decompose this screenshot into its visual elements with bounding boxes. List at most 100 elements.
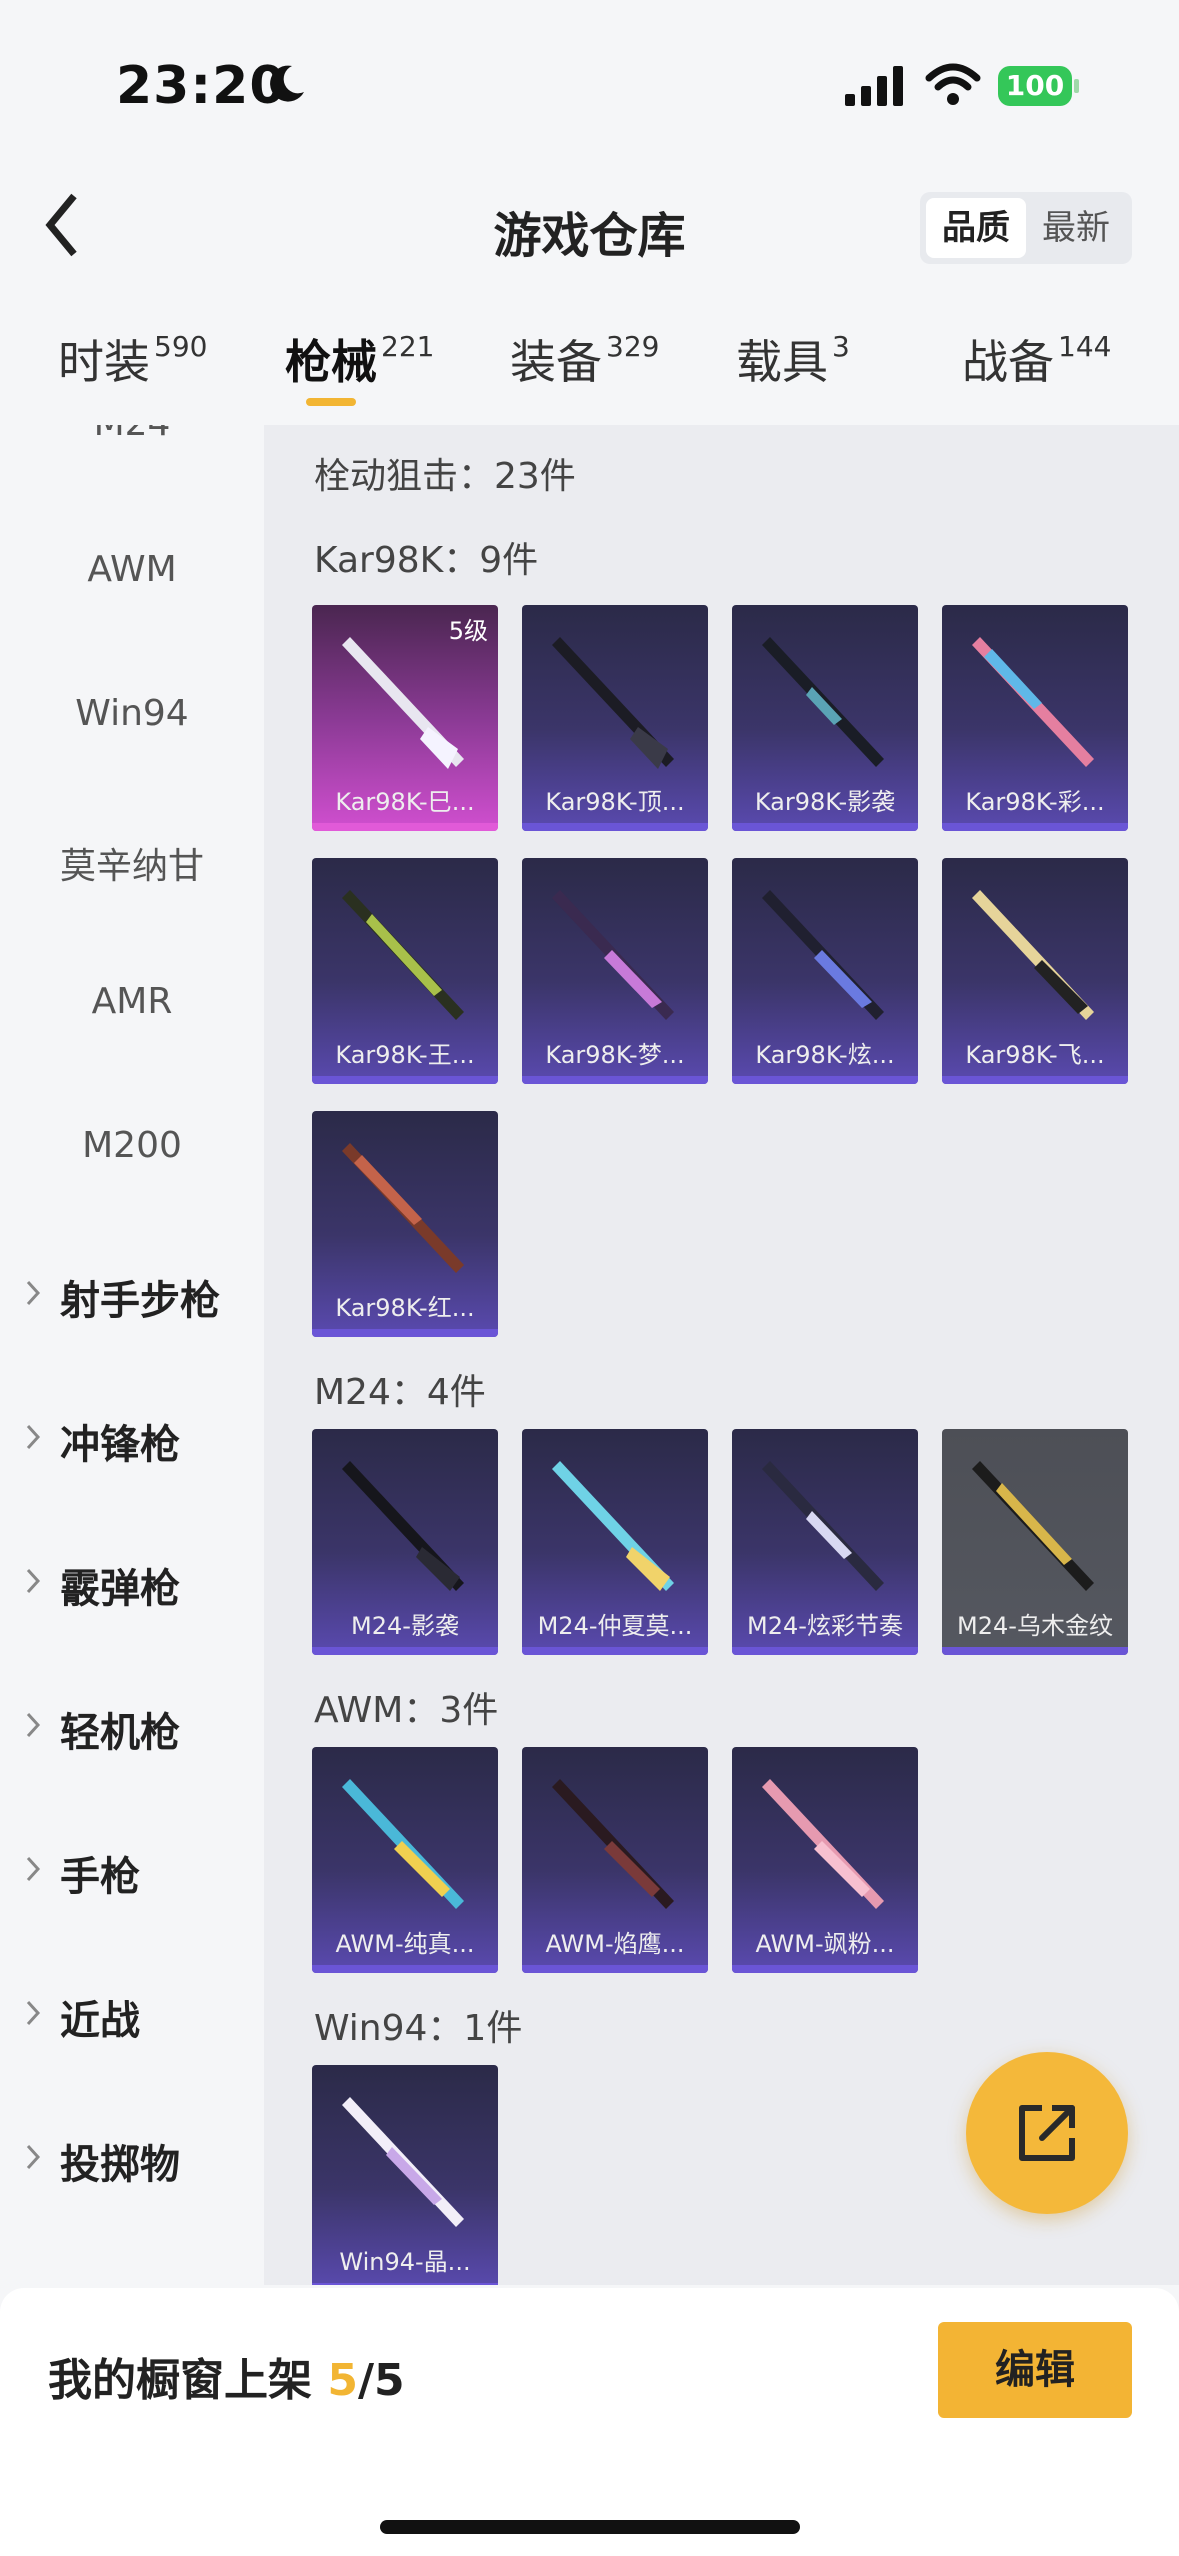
home-indicator [380,2520,800,2534]
item-name: AWM-飒粉... [755,1930,895,1958]
rifle-icon [552,1461,674,1591]
rifle-icon [342,1461,464,1591]
sidebar-cat-pistol[interactable]: 手枪 [0,1836,264,1906]
rifle-icon [342,637,464,769]
item-name: Kar98K-炫... [755,1041,895,1069]
sidebar-cat-dmr[interactable]: 射手步枪 [0,1260,264,1330]
moon-icon [270,65,304,102]
rifle-icon [342,890,464,1020]
chevron-right-icon [26,1712,41,1738]
item-card[interactable]: Kar98K-炫... [732,858,918,1084]
chevron-right-icon [26,2144,41,2170]
rifle-icon [762,637,884,767]
item-card[interactable]: Kar98K-彩... [942,605,1128,831]
sort-toggle[interactable]: 品质 最新 [920,192,1132,264]
sort-newest-option[interactable]: 最新 [1026,198,1126,258]
battery-indicator: 100 [998,66,1079,106]
chevron-right-icon [26,1280,41,1306]
item-name: Kar98K-顶... [545,788,685,816]
item-card[interactable]: M24-仲夏莫... [522,1429,708,1655]
sidebar-item-mosin[interactable]: 莫辛纳甘 [0,837,264,889]
sidebar-cat-shotgun[interactable]: 霰弹枪 [0,1548,264,1618]
rifle-icon [762,1461,884,1591]
group-title-win94: Win94：1件 [314,2008,523,2049]
sidebar-item-awm[interactable]: AWM [0,549,264,590]
rifle-icon [762,1779,884,1909]
item-name: Kar98K-彩... [965,788,1105,816]
rifle-icon [342,1779,464,1909]
item-name: Win94-晶... [339,2248,471,2276]
item-card[interactable]: AWM-焰鹰... [522,1747,708,1973]
status-time: 23:20 [116,56,287,116]
sidebar-item-win94[interactable]: Win94 [0,693,264,734]
wifi-icon [925,63,981,105]
tab-fashion[interactable]: 时装 590 [58,326,207,396]
rifle-icon [552,1779,674,1909]
item-card[interactable]: M24-炫彩节奏 [732,1429,918,1655]
sidebar-cat-melee[interactable]: 近战 [0,1980,264,2050]
status-bar: 23:20 100 [0,0,1179,150]
chevron-right-icon [26,1424,41,1450]
sidebar-item-m200[interactable]: M200 [0,1125,264,1166]
item-name: M24-乌木金纹 [957,1612,1113,1640]
item-name: Kar98K-巳... [335,788,475,816]
active-tab-indicator [306,398,356,406]
tab-equipment[interactable]: 装备 329 [510,326,659,396]
item-card[interactable]: Kar98K-梦... [522,858,708,1084]
sidebar-item-m24[interactable]: M24 [0,425,264,444]
showcase-status: 我的橱窗上架 5/5 [48,2355,405,2406]
bottom-bar: 我的橱窗上架 5/5 编辑 [0,2288,1179,2556]
item-name: Kar98K-王... [335,1041,475,1069]
cellular-signal-icon [845,66,903,106]
item-card[interactable]: AWM-飒粉... [732,1747,918,1973]
item-card[interactable]: M24-乌木金纹 [942,1429,1128,1655]
item-card[interactable]: Kar98K-飞... [942,858,1128,1084]
rifle-icon [552,637,674,769]
rifle-icon [342,2097,464,2227]
rifle-icon [762,890,884,1020]
sidebar: M24 AWM Win94 莫辛纳甘 AMR M200 射手步枪 冲锋枪 霰弹枪… [0,425,264,2285]
header: 游戏仓库 品质 最新 [0,160,1179,290]
rifle-icon [972,890,1094,1020]
sidebar-cat-throwable[interactable]: 投掷物 [0,2124,264,2194]
item-grid-panel: 栓动狙击：23件 Kar98K：9件 5级 Kar98K-巳... Kar98K… [264,425,1179,2285]
tab-vehicles[interactable]: 载具 3 [736,326,850,396]
chevron-right-icon [26,2000,41,2026]
sidebar-item-amr[interactable]: AMR [0,981,264,1022]
share-button[interactable] [966,2052,1128,2214]
share-export-icon [1019,2105,1075,2161]
rifle-icon [552,890,674,1020]
item-card[interactable]: Win94-晶... [312,2065,498,2285]
item-card[interactable]: 5级 Kar98K-巳... [312,605,498,831]
chevron-right-icon [26,1568,41,1594]
group-title-kar98k: Kar98K：9件 [314,540,539,581]
sort-quality-option[interactable]: 品质 [926,198,1026,258]
item-name: M24-影袭 [351,1612,459,1640]
chevron-right-icon [26,1856,41,1882]
group-title-awm: AWM：3件 [314,1690,499,1731]
item-name: Kar98K-飞... [965,1041,1105,1069]
category-tabs: 时装 590 枪械 221 装备 329 载具 3 战备 144 [0,310,1179,420]
item-name: Kar98K-红... [335,1294,475,1322]
item-name: Kar98K-梦... [545,1041,685,1069]
edit-button[interactable]: 编辑 [938,2322,1132,2418]
item-name: AWM-纯真... [335,1930,475,1958]
group-title-m24: M24：4件 [314,1372,486,1413]
item-card[interactable]: AWM-纯真... [312,1747,498,1973]
section-title: 栓动狙击：23件 [314,456,576,497]
item-card[interactable]: Kar98K-王... [312,858,498,1084]
item-name: M24-炫彩节奏 [747,1612,903,1640]
rifle-icon [972,637,1094,767]
item-card[interactable]: M24-影袭 [312,1429,498,1655]
item-card[interactable]: Kar98K-红... [312,1111,498,1337]
battery-level: 100 [998,66,1072,106]
item-name: Kar98K-影袭 [754,788,896,816]
tab-supplies[interactable]: 战备 144 [962,326,1111,396]
item-card[interactable]: Kar98K-影袭 [732,605,918,831]
item-card[interactable]: Kar98K-顶... [522,605,708,831]
rifle-icon [342,1143,464,1273]
tab-firearms[interactable]: 枪械 221 [285,326,434,396]
sidebar-cat-smg[interactable]: 冲锋枪 [0,1404,264,1474]
sidebar-cat-lmg[interactable]: 轻机枪 [0,1692,264,1762]
item-name: M24-仲夏莫... [537,1612,693,1640]
